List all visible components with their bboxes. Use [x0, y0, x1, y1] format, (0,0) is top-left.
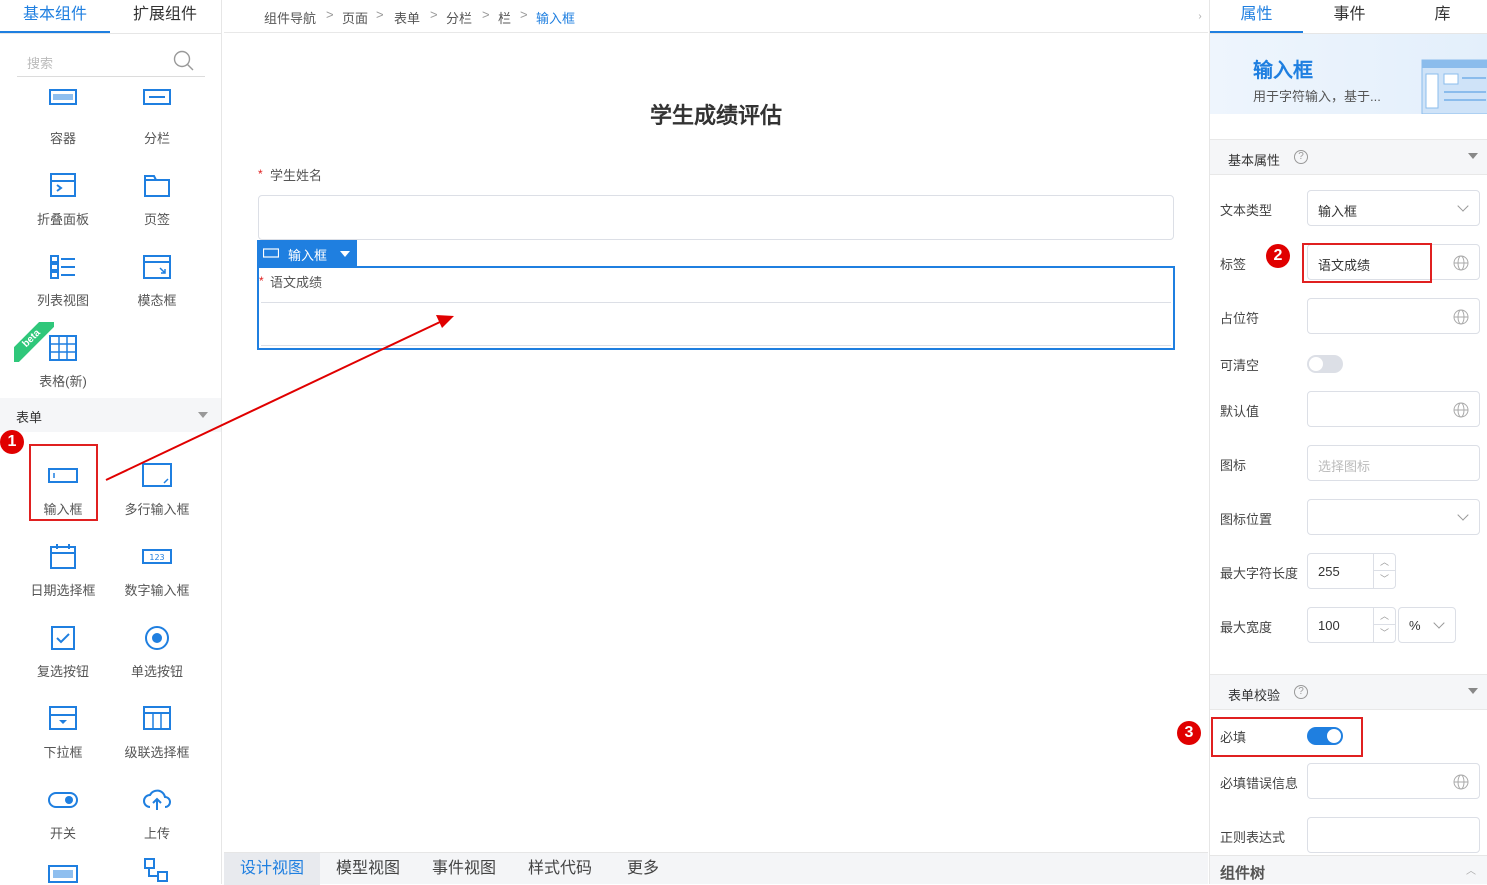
section-title: 组件树 [1220, 865, 1266, 882]
section-basic-properties[interactable]: 基本属性 ? [1210, 139, 1487, 175]
chevron-down-icon [1457, 509, 1469, 521]
annotation-box-3 [1211, 717, 1363, 757]
tab-events[interactable]: 事件 [1303, 0, 1396, 33]
prop-label: 最大宽度 [1220, 620, 1273, 635]
annotation-badge-2: 2 [1266, 244, 1290, 268]
icon-picker[interactable]: 选择图标 [1307, 445, 1480, 481]
chevron-up-icon: ︿ [1466, 866, 1476, 877]
tab-library[interactable]: 库 [1396, 0, 1487, 33]
globe-icon[interactable] [1453, 774, 1469, 790]
help-icon[interactable]: ? [1294, 150, 1308, 164]
max-length-stepper[interactable]: 255 ︿ ﹀ [1307, 553, 1396, 589]
max-width-value: 100 [1318, 618, 1340, 633]
toggle-knob [1309, 357, 1323, 371]
section-form-validation[interactable]: 表单校验 ? [1210, 674, 1487, 710]
prop-label: 最大字符长度 [1220, 566, 1299, 581]
max-width-stepper[interactable]: 100 ︿ ﹀ [1307, 607, 1396, 643]
max-length-value: 255 [1318, 564, 1340, 579]
prop-label: 标签 [1220, 257, 1247, 272]
prop-label: 图标位置 [1220, 512, 1273, 527]
section-title: 基本属性 [1228, 153, 1281, 168]
prop-label: 可清空 [1220, 358, 1260, 373]
annotation-box-2 [1302, 243, 1432, 283]
clearable-toggle[interactable] [1307, 355, 1343, 373]
width-unit-value: % [1409, 618, 1421, 633]
text-type-value: 输入框 [1318, 204, 1358, 219]
default-value-input[interactable] [1307, 391, 1480, 427]
banner-description: 用于字符输入，基于... [1253, 89, 1381, 104]
regex-input[interactable] [1307, 817, 1480, 853]
globe-icon[interactable] [1453, 402, 1469, 418]
chevron-down-icon [1433, 617, 1445, 629]
prop-label: 文本类型 [1220, 203, 1273, 218]
placeholder-input[interactable] [1307, 298, 1480, 334]
prop-label: 默认值 [1220, 404, 1260, 419]
stepper-buttons: ︿ ﹀ [1373, 608, 1395, 642]
globe-icon[interactable] [1453, 309, 1469, 325]
tab-properties[interactable]: 属性 [1210, 0, 1303, 33]
prop-label: 必填错误信息 [1220, 776, 1299, 791]
property-panel: 属性 事件 库 输入框 用于字符输入，基于... 基本属性 ? 文本类型 输入框… [1177, 0, 1487, 884]
banner-illustration-icon [1421, 59, 1487, 114]
required-message-input[interactable] [1307, 763, 1480, 799]
globe-icon[interactable] [1453, 255, 1469, 271]
stepper-down-button[interactable]: ﹀ [1374, 625, 1395, 642]
banner-title: 输入框 [1253, 60, 1313, 82]
icon-placeholder: 选择图标 [1318, 459, 1371, 474]
width-unit-select[interactable]: % [1398, 607, 1456, 643]
help-icon[interactable]: ? [1294, 685, 1308, 699]
prop-label: 图标 [1220, 458, 1247, 473]
text-type-select[interactable]: 输入框 [1307, 190, 1480, 226]
component-banner: 输入框 用于字符输入，基于... [1210, 34, 1487, 114]
caret-down-icon [1468, 153, 1478, 159]
component-tree-header[interactable]: 组件树 ︿ [1210, 855, 1487, 884]
prop-label: 占位符 [1220, 311, 1260, 326]
stepper-buttons: ︿ ﹀ [1373, 554, 1395, 588]
section-title: 表单校验 [1228, 688, 1281, 703]
icon-position-select[interactable] [1307, 499, 1480, 535]
stepper-up-button[interactable]: ︿ [1374, 554, 1395, 571]
stepper-up-button[interactable]: ︿ [1374, 608, 1395, 625]
stepper-down-button[interactable]: ﹀ [1374, 571, 1395, 588]
caret-down-icon [1468, 688, 1478, 694]
prop-label: 正则表达式 [1220, 830, 1286, 845]
chevron-down-icon [1457, 200, 1469, 212]
